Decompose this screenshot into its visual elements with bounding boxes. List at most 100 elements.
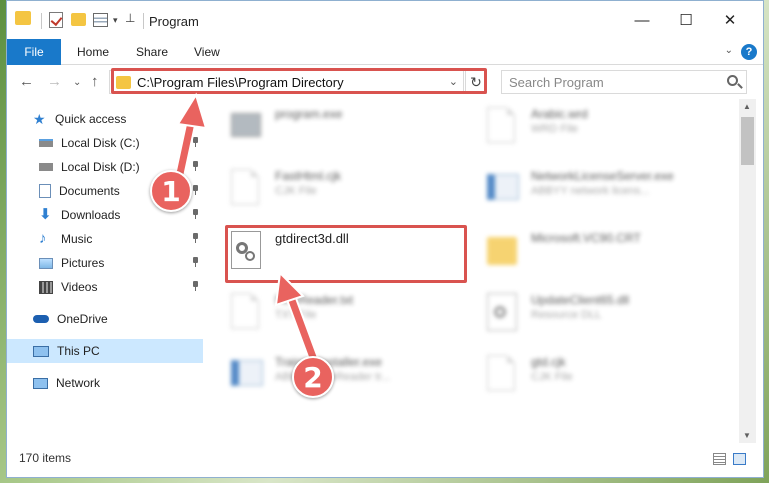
network-icon xyxy=(33,377,48,389)
drive-icon xyxy=(39,163,53,171)
pin-icon[interactable] xyxy=(192,161,199,171)
scroll-thumb[interactable] xyxy=(741,117,754,165)
pin-icon[interactable] xyxy=(192,281,199,291)
pin-icon[interactable] xyxy=(192,257,199,267)
file-icon xyxy=(487,355,521,395)
dll-gear-icon xyxy=(487,293,521,333)
maximize-button[interactable]: ☐ xyxy=(671,9,701,31)
list-item[interactable]: TrainingInstaller.exe ABBYY FineReader t… xyxy=(213,349,463,399)
ribbon-tabs: File Home Share View ⌄ ? xyxy=(7,39,763,65)
pin-icon[interactable] xyxy=(192,233,199,243)
address-row: ← → ⌄ ↑ C:\Program Files\Program Directo… xyxy=(7,65,763,99)
file-name: UpdateClient65.dll xyxy=(531,293,630,307)
file-type: ABBYY network licens... xyxy=(531,185,650,197)
exe-icon xyxy=(487,169,521,209)
details-view-icon[interactable] xyxy=(713,453,726,465)
sidebar-item-label: Downloads xyxy=(61,208,121,222)
new-folder-icon[interactable] xyxy=(71,13,86,26)
pin-icon[interactable] xyxy=(192,137,199,147)
search-icon xyxy=(727,75,738,86)
sidebar-item-label: Network xyxy=(56,376,101,390)
up-arrow-icon[interactable]: ↑ xyxy=(91,73,99,90)
back-arrow-icon[interactable]: ← xyxy=(19,73,34,90)
file-name: NetworkLicenseServer.exe xyxy=(531,169,674,183)
sidebar-item-local-disk-c[interactable]: Local Disk (C:) xyxy=(7,131,203,155)
tab-share[interactable]: Share xyxy=(136,39,168,65)
sidebar-item-videos[interactable]: Videos xyxy=(7,275,203,299)
tab-file[interactable]: File xyxy=(7,39,61,65)
navigation-pane: ★ Quick access Local Disk (C:) Local Dis… xyxy=(7,99,203,443)
list-item[interactable]: FineReader.txt TXT File xyxy=(213,287,463,337)
forward-arrow-icon[interactable]: → xyxy=(47,73,62,90)
help-button[interactable]: ? xyxy=(741,44,757,60)
search-input[interactable]: Search Program xyxy=(501,70,747,94)
sidebar-item-music[interactable]: ♪ Music xyxy=(7,227,203,251)
vertical-scrollbar[interactable]: ▲ ▼ xyxy=(739,99,756,443)
list-item[interactable]: Arabic.wrd WRD File xyxy=(469,101,719,151)
exe-icon xyxy=(231,107,265,147)
music-icon: ♪ xyxy=(39,230,47,247)
file-name: FineReader.txt xyxy=(275,293,354,307)
sidebar-item-network[interactable]: Network xyxy=(7,371,203,395)
list-item[interactable]: FastHtml.cjk CJK File xyxy=(213,163,463,213)
pin-icon[interactable] xyxy=(192,185,199,195)
list-item[interactable]: NetworkLicenseServer.exe ABBYY network l… xyxy=(469,163,719,213)
properties-check-icon[interactable] xyxy=(49,12,63,28)
divider xyxy=(41,13,42,29)
step-1-badge: 1 xyxy=(150,170,192,212)
minimize-button[interactable]: — xyxy=(627,9,657,31)
item-count: 170 items xyxy=(19,451,72,465)
cloud-icon xyxy=(33,315,49,323)
file-icon xyxy=(487,107,521,147)
file-type: CJK File xyxy=(531,371,573,383)
sidebar-item-label: Local Disk (C:) xyxy=(61,136,140,150)
customize-toolbar-icon[interactable]: ⊥ xyxy=(125,11,135,29)
sidebar-item-label: Pictures xyxy=(61,256,105,270)
sidebar-item-this-pc[interactable]: This PC xyxy=(7,339,203,363)
file-name: Arabic.wrd xyxy=(531,107,588,121)
folder-icon xyxy=(487,231,521,271)
scroll-down-icon[interactable]: ▼ xyxy=(743,431,751,440)
sidebar-item-label: Videos xyxy=(61,280,98,294)
sidebar-item-pictures[interactable]: Pictures xyxy=(7,251,203,275)
search-placeholder: Search Program xyxy=(509,75,604,90)
tab-view[interactable]: View xyxy=(194,39,220,65)
pin-icon[interactable] xyxy=(192,209,199,219)
list-item[interactable]: UpdateClient65.dll Resource DLL xyxy=(469,287,719,337)
sidebar-item-label: Music xyxy=(61,232,93,246)
properties-icon[interactable] xyxy=(93,13,108,27)
large-icons-view-icon[interactable] xyxy=(733,453,746,465)
file-type: CJK File xyxy=(275,185,317,197)
folder-icon xyxy=(15,11,31,25)
close-button[interactable]: ✕ xyxy=(715,9,745,31)
recent-chevron-icon[interactable]: ⌄ xyxy=(73,77,81,88)
sidebar-item-label: OneDrive xyxy=(57,312,108,326)
list-item[interactable]: program.exe xyxy=(213,101,463,151)
list-item[interactable]: Microsoft.VC90.CRT xyxy=(469,225,719,275)
file-name: program.exe xyxy=(275,107,343,121)
tab-home[interactable]: Home xyxy=(77,39,109,65)
list-item[interactable]: gtd.cjk CJK File xyxy=(469,349,719,399)
star-icon: ★ xyxy=(33,111,46,127)
title-bar: ▾ ⊥ Program — ☐ ✕ xyxy=(7,1,763,39)
step-2-badge: 2 xyxy=(292,356,334,398)
file-type: WRD File xyxy=(531,123,579,135)
pictures-icon xyxy=(39,257,53,269)
chevron-down-icon[interactable]: ▾ xyxy=(113,15,118,33)
sidebar-item-label: Quick access xyxy=(55,112,127,126)
file-type: TXT File xyxy=(275,309,317,321)
videos-icon xyxy=(39,280,53,294)
status-bar: 170 items xyxy=(7,447,763,469)
sidebar-item-quick-access[interactable]: ★ Quick access xyxy=(7,107,203,131)
sidebar-item-label: Documents xyxy=(59,184,120,198)
download-icon: ⬇ xyxy=(39,206,52,223)
drive-icon xyxy=(39,139,53,147)
file-icon xyxy=(231,293,265,333)
chevron-down-icon[interactable]: ⌄ xyxy=(725,45,733,56)
address-highlight-box xyxy=(111,68,487,94)
scroll-up-icon[interactable]: ▲ xyxy=(743,102,751,111)
sidebar-item-onedrive[interactable]: OneDrive xyxy=(7,307,203,331)
window-title: Program xyxy=(149,14,199,29)
file-name: gtd.cjk xyxy=(531,355,566,369)
file-name: FastHtml.cjk xyxy=(275,169,341,183)
